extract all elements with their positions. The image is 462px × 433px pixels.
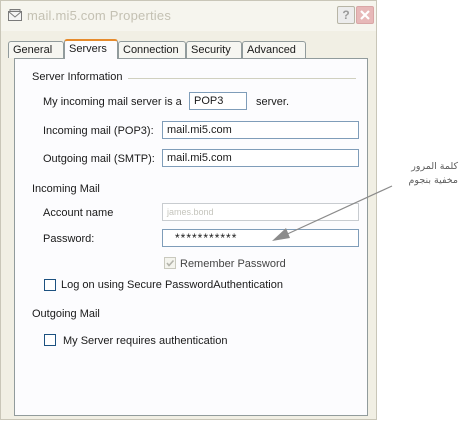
- tab-label: Servers: [69, 43, 107, 55]
- annotation-arrow: [272, 185, 393, 241]
- tab-servers[interactable]: Servers: [64, 39, 118, 59]
